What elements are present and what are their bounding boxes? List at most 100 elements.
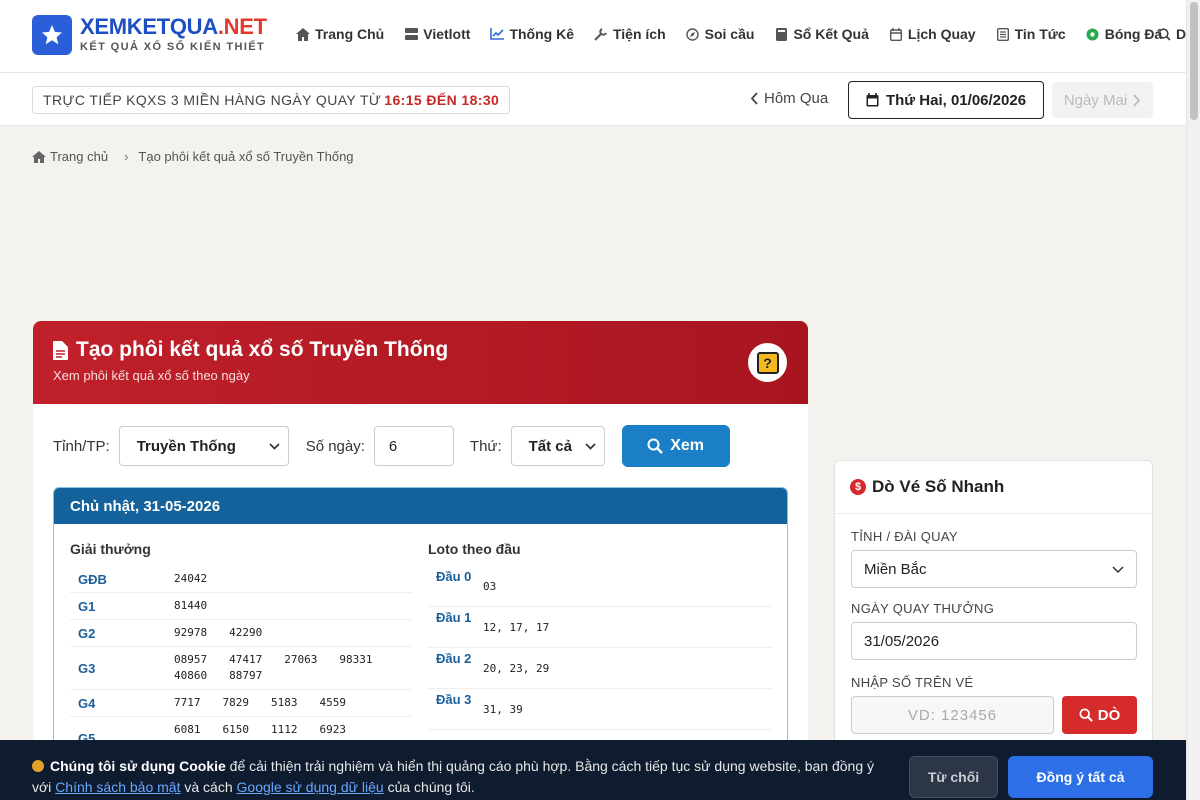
loto-head: Đầu 3 xyxy=(436,692,472,707)
loto-list: Đầu 0 03 Đầu 1 12, 17, 17 Đầu 2 20, 23, 29 Đầu… xyxy=(428,566,772,730)
newspaper-icon xyxy=(996,27,1010,41)
weekday-select[interactable]: Tất cả xyxy=(510,426,605,466)
prize-number: 5183 xyxy=(271,696,298,709)
station-select[interactable]: Miền Bắc xyxy=(851,550,1137,588)
prize-numbers: 08957 47417 27063 98331 40860 88797 xyxy=(174,652,412,684)
card-subtitle: Xem phôi kết quả xổ số theo ngày xyxy=(53,368,250,383)
prizes-column: Giải thưởng GĐB 24042 G1 81440 G2 92978 42290 G… xyxy=(70,541,412,760)
nav-item-soi-cau[interactable]: Soi cầu xyxy=(686,26,754,42)
prize-number: 81440 xyxy=(174,599,208,612)
brand-name: XEMKETQUA.NET xyxy=(80,14,267,39)
search-icon xyxy=(647,438,664,454)
star-icon xyxy=(42,25,62,45)
prize-number: 47417 xyxy=(229,653,263,666)
prize-name: G3 xyxy=(78,660,96,676)
view-button[interactable]: Xem xyxy=(621,425,730,467)
province-label: Tỉnh/TP: xyxy=(53,437,110,455)
days-input[interactable]: 6 xyxy=(373,426,454,466)
nav-item-football[interactable]: Bóng Đá xyxy=(1086,26,1162,42)
nav-item-results-book[interactable]: Sổ Kết Quả xyxy=(774,26,869,42)
scrollbar-thumb[interactable] xyxy=(1190,2,1198,120)
mystery-box-icon: ? xyxy=(748,343,787,382)
prize-name: GĐB xyxy=(78,571,107,587)
prize-number: 7717 xyxy=(174,696,201,709)
prize-number: 88797 xyxy=(229,669,263,682)
chevron-down-icon xyxy=(1112,565,1124,573)
google-data-link[interactable]: Google sử dụng dữ liệu xyxy=(237,779,384,795)
check-ticket-button[interactable]: DÒ xyxy=(1062,696,1137,734)
reject-cookies-button[interactable]: Từ chối xyxy=(909,756,998,798)
widget-title: $ Dò Vé Số Nhanh xyxy=(835,461,1152,514)
chevron-down-icon xyxy=(269,442,280,450)
prize-number: 08957 xyxy=(174,653,208,666)
nav-item-utilities[interactable]: Tiện ích xyxy=(594,26,666,42)
draw-date-input[interactable]: 31/05/2026 xyxy=(851,622,1137,660)
loto-row: Đầu 1 12, 17, 17 xyxy=(428,607,772,648)
prize-list: GĐB 24042 G1 81440 G2 92978 42290 G3 08957 47417 2… xyxy=(70,566,412,760)
date-picker-button[interactable]: Thứ Hai, 01/06/2026 xyxy=(848,81,1044,119)
privacy-policy-link[interactable]: Chính sách bảo mật xyxy=(55,779,180,795)
ticket-number-input[interactable]: VD: 123456 xyxy=(851,696,1054,734)
search-icon xyxy=(1079,708,1093,722)
prize-row: G1 81440 xyxy=(70,593,412,620)
search-icon xyxy=(1158,27,1171,41)
prize-number: 98331 xyxy=(339,653,373,666)
main-nav: Trang Chủ Vietlott Thống Kê Tiện ích Soi… xyxy=(296,26,1182,42)
prize-numbers: 7717 7829 5183 4559 xyxy=(174,695,412,711)
loto-row: Đầu 3 31, 39 xyxy=(428,689,772,730)
loto-row: Đầu 2 20, 23, 29 xyxy=(428,648,772,689)
nav-item-vietlott[interactable]: Vietlott xyxy=(404,26,470,42)
live-time-range: 16:15 ĐẾN 18:30 xyxy=(384,92,500,108)
prize-row: GĐB 24042 xyxy=(70,566,412,593)
nav-item-statistics[interactable]: Thống Kê xyxy=(490,26,574,42)
prize-number: 92978 xyxy=(174,626,208,639)
breadcrumb-home[interactable]: Trang chủ xyxy=(50,149,108,164)
site-logo[interactable] xyxy=(32,15,72,55)
province-select[interactable]: Truyền Thống xyxy=(118,426,289,466)
prize-row: G4 7717 7829 5183 4559 xyxy=(70,690,412,717)
soccer-ball-icon xyxy=(1086,27,1100,41)
loto-numbers: 20, 23, 29 xyxy=(483,661,550,675)
calendar-icon xyxy=(866,93,879,107)
prize-numbers: 81440 xyxy=(174,598,412,614)
cookie-icon xyxy=(32,760,44,772)
ticket-field-label: NHẬP SỐ TRÊN VÉ xyxy=(851,675,974,690)
calendar-icon xyxy=(889,27,903,41)
card-title: Tạo phôi kết quả xổ số Truyền Thống xyxy=(53,338,788,362)
prize-numbers: 24042 xyxy=(174,571,412,587)
nav-item-news[interactable]: Tin Tức xyxy=(996,26,1066,42)
previous-day-button[interactable]: Hôm Qua xyxy=(750,90,828,107)
date-field-label: NGÀY QUAY THƯỞNG xyxy=(851,601,995,616)
accept-all-cookies-button[interactable]: Đồng ý tất cả xyxy=(1008,756,1153,798)
prize-number: 7829 xyxy=(222,696,250,709)
document-icon xyxy=(53,340,68,360)
nav-item-home[interactable]: Trang Chủ xyxy=(296,26,384,42)
prize-numbers: 92978 42290 xyxy=(174,625,412,641)
weekday-label: Thứ: xyxy=(469,437,502,455)
breadcrumb: Trang chủ › Tạo phôi kết quả xổ số Truyề… xyxy=(32,149,354,164)
breadcrumb-current: Tạo phôi kết quả xổ số Truyền Thống xyxy=(138,149,354,164)
chevron-right-icon: › xyxy=(124,149,129,164)
nav-search[interactable]: D xyxy=(1158,26,1186,42)
loto-head: Đầu 0 xyxy=(436,569,472,584)
cookie-message: Chúng tôi sử dụng Cookie để cải thiện tr… xyxy=(32,758,875,795)
prize-number: 4559 xyxy=(319,696,347,709)
chevron-right-icon xyxy=(1133,93,1141,107)
prize-number: 42290 xyxy=(229,626,263,639)
cookie-consent-bar: Chúng tôi sử dụng Cookie để cải thiện tr… xyxy=(0,740,1186,800)
brand[interactable]: XEMKETQUA.NET KẾT QUẢ XỔ SỐ KIẾN THIẾT xyxy=(80,14,267,53)
loto-numbers: 31, 39 xyxy=(483,702,523,716)
prize-row: G2 92978 42290 xyxy=(70,620,412,647)
prize-name: G1 xyxy=(78,598,96,614)
next-day-button[interactable]: Ngày Mai xyxy=(1052,82,1153,118)
prize-number: 1112 xyxy=(271,723,298,736)
loto-numbers: 03 xyxy=(483,579,497,593)
page-scrollbar[interactable] xyxy=(1186,0,1200,800)
nav-item-schedule[interactable]: Lịch Quay xyxy=(889,26,976,42)
home-icon xyxy=(32,150,46,163)
top-header: XEMKETQUA.NET KẾT QUẢ XỔ SỐ KIẾN THIẾT T… xyxy=(0,0,1186,73)
prize-number: 6150 xyxy=(222,723,250,736)
loto-title: Loto theo đầu xyxy=(428,541,521,557)
chevron-down-icon xyxy=(585,442,596,450)
chart-line-icon xyxy=(490,27,505,41)
